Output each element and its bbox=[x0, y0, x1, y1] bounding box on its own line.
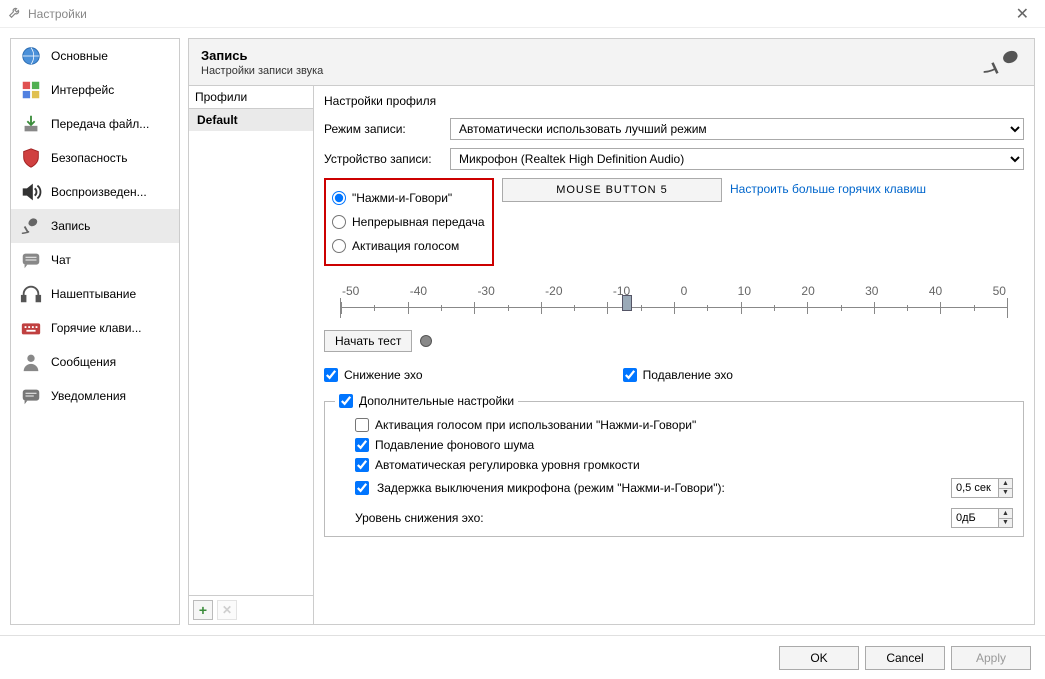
sidebar-item-general[interactable]: Основные bbox=[11, 39, 179, 73]
spin-down[interactable]: ▼ bbox=[998, 519, 1012, 528]
add-profile-button[interactable]: + bbox=[193, 600, 213, 620]
grid-icon bbox=[19, 78, 43, 102]
microphone-icon bbox=[19, 214, 43, 238]
wrench-icon bbox=[8, 5, 22, 22]
speaker-icon bbox=[19, 180, 43, 204]
record-mode-select[interactable]: Автоматически использовать лучший режим bbox=[450, 118, 1024, 140]
delay-input[interactable] bbox=[952, 479, 998, 497]
keyboard-icon bbox=[19, 316, 43, 340]
sidebar-label: Безопасность bbox=[51, 151, 128, 165]
ok-button[interactable]: OK bbox=[779, 646, 859, 670]
record-device-select[interactable]: Микрофон (Realtek High Definition Audio) bbox=[450, 148, 1024, 170]
profiles-heading: Профили bbox=[189, 86, 313, 108]
plus-icon: + bbox=[199, 602, 207, 618]
vad-ptt-checkbox[interactable] bbox=[355, 418, 369, 432]
profile-settings: Настройки профиля Режим записи: Автомати… bbox=[314, 86, 1034, 624]
agc-checkbox[interactable] bbox=[355, 458, 369, 472]
sidebar-label: Основные bbox=[51, 49, 108, 63]
sidebar-label: Сообщения bbox=[51, 355, 116, 369]
page-title: Запись bbox=[201, 48, 982, 63]
apply-button: Apply bbox=[951, 646, 1031, 670]
advanced-checkbox[interactable] bbox=[339, 394, 353, 408]
mode-label: Режим записи: bbox=[324, 122, 444, 136]
sidebar-item-playback[interactable]: Воспроизведен... bbox=[11, 175, 179, 209]
hotkey-button[interactable]: MOUSE BUTTON 5 bbox=[502, 178, 722, 202]
sidebar-item-messages[interactable]: Сообщения bbox=[11, 345, 179, 379]
radio-vad[interactable] bbox=[332, 239, 346, 253]
level-spinbox[interactable]: ▲▼ bbox=[951, 508, 1013, 528]
globe-icon bbox=[19, 44, 43, 68]
shield-icon bbox=[19, 146, 43, 170]
titlebar: Настройки ✕ bbox=[0, 0, 1045, 28]
sidebar-item-filetransfer[interactable]: Передача файл... bbox=[11, 107, 179, 141]
sidebar-item-record[interactable]: Запись bbox=[11, 209, 179, 243]
spin-down[interactable]: ▼ bbox=[998, 489, 1012, 498]
settings-heading: Настройки профиля bbox=[324, 90, 1024, 118]
page-subtitle: Настройки записи звука bbox=[201, 65, 982, 77]
slider-thumb[interactable] bbox=[622, 295, 632, 311]
sidebar-label: Горячие клави... bbox=[51, 321, 142, 335]
remove-profile-button: ✕ bbox=[217, 600, 237, 620]
profiles-list[interactable]: Default bbox=[189, 108, 313, 595]
more-hotkeys-link[interactable]: Настроить больше горячих клавиш bbox=[730, 178, 926, 196]
device-label: Устройство записи: bbox=[324, 152, 444, 166]
radio-continuous[interactable] bbox=[332, 215, 346, 229]
sidebar-item-hotkeys[interactable]: Горячие клави... bbox=[11, 311, 179, 345]
spin-up[interactable]: ▲ bbox=[998, 479, 1012, 489]
delay-checkbox[interactable] bbox=[355, 481, 369, 495]
microphone-large-icon bbox=[982, 47, 1022, 77]
slider-track[interactable] bbox=[340, 298, 1008, 318]
sidebar-label: Уведомления bbox=[51, 389, 126, 403]
sidebar-item-whisper[interactable]: Нашептывание bbox=[11, 277, 179, 311]
sidebar-label: Передача файл... bbox=[51, 117, 149, 131]
delay-spinbox[interactable]: ▲▼ bbox=[951, 478, 1013, 498]
level-input[interactable] bbox=[952, 509, 998, 527]
test-indicator bbox=[420, 335, 432, 347]
noise-checkbox[interactable] bbox=[355, 438, 369, 452]
transmit-mode-group: "Нажми-и-Говори" Непрерывная передача Ак… bbox=[324, 178, 494, 266]
sidebar-item-chat[interactable]: Чат bbox=[11, 243, 179, 277]
sidebar-label: Интерфейс bbox=[51, 83, 114, 97]
chat-icon bbox=[19, 248, 43, 272]
advanced-fieldset: Дополнительные настройки Активация голос… bbox=[324, 394, 1024, 537]
echo-cancel-checkbox[interactable] bbox=[623, 368, 637, 382]
window-title: Настройки bbox=[28, 7, 87, 21]
sidebar-label: Нашептывание bbox=[51, 287, 136, 301]
sidebar-label: Чат bbox=[51, 253, 71, 267]
profiles-column: Профили Default + ✕ bbox=[189, 86, 314, 624]
profile-item-default[interactable]: Default bbox=[189, 109, 313, 131]
speech-icon bbox=[19, 384, 43, 408]
spin-up[interactable]: ▲ bbox=[998, 509, 1012, 519]
cancel-button[interactable]: Cancel bbox=[865, 646, 945, 670]
sidebar-label: Воспроизведен... bbox=[51, 185, 147, 199]
echo-reduce-checkbox[interactable] bbox=[324, 368, 338, 382]
dialog-footer: OK Cancel Apply bbox=[0, 635, 1045, 679]
radio-ptt[interactable] bbox=[332, 191, 346, 205]
sidebar-item-security[interactable]: Безопасность bbox=[11, 141, 179, 175]
start-test-button[interactable]: Начать тест bbox=[324, 330, 412, 352]
download-icon bbox=[19, 112, 43, 136]
sidebar-label: Запись bbox=[51, 219, 90, 233]
gain-slider[interactable]: -50 -40 -30 -20 -10 0 10 20 30 40 50 bbox=[340, 284, 1008, 318]
sidebar-item-interface[interactable]: Интерфейс bbox=[11, 73, 179, 107]
close-button[interactable]: ✕ bbox=[1008, 4, 1037, 24]
sidebar-item-notifications[interactable]: Уведомления bbox=[11, 379, 179, 413]
headset-icon bbox=[19, 282, 43, 306]
cross-icon: ✕ bbox=[222, 603, 232, 617]
sidebar: Основные Интерфейс Передача файл... Безо… bbox=[10, 38, 180, 625]
content-header: Запись Настройки записи звука bbox=[188, 38, 1035, 86]
user-icon bbox=[19, 350, 43, 374]
